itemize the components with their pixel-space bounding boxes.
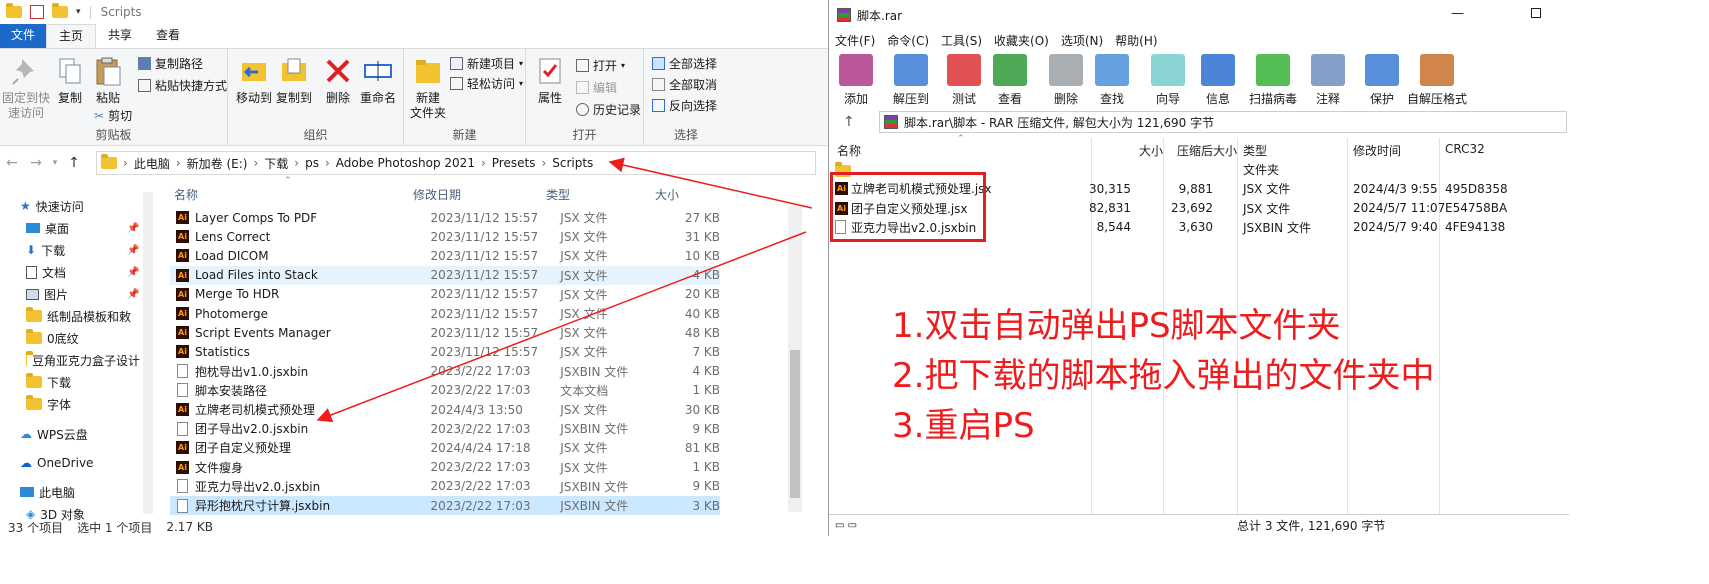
instruction-step-3: 3.重启PS [892,406,1035,446]
arrow-to-dropped-file [316,231,807,423]
instruction-step-2: 2.把下载的脚本拖入弹出的文件夹中 [892,356,1435,396]
arrow-to-scripts-path [608,157,813,209]
annotation-arrows [316,157,813,423]
instruction-step-1: 1.双击自动弹出PS脚本文件夹 [892,306,1341,346]
